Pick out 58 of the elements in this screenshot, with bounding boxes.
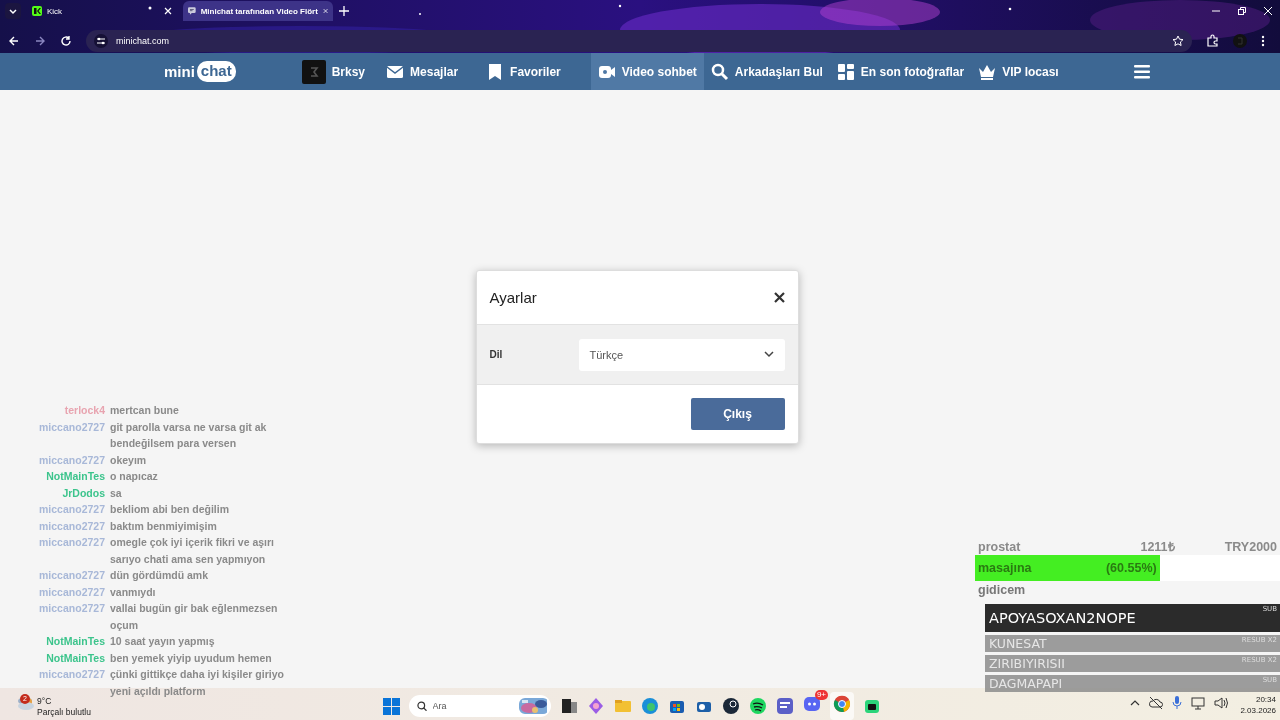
chat-username: miccano2727	[38, 502, 105, 517]
exit-button[interactable]: Çıkış	[690, 398, 785, 430]
user-name[interactable]: Brksy	[331, 64, 366, 79]
goal-percent: (60.55%)	[1105, 561, 1157, 575]
goal-title: masajına	[978, 561, 1032, 575]
chat-message: çünki gittikçe daha iyi kişiler giriyo yeni açıldı platform	[110, 667, 285, 699]
address-bar[interactable]: minichat.com	[86, 29, 1192, 52]
nav-link[interactable]: Mesajlar	[379, 53, 466, 90]
field-label: Dil	[489, 349, 504, 360]
site-logo[interactable]: mini chat	[164, 59, 236, 84]
nav-link[interactable]: Arkadaşları Bul	[703, 53, 830, 90]
subscriber-name: ZIRIBIYIRISII	[989, 656, 1065, 671]
chat-username: miccano2727	[38, 452, 105, 468]
chat-username: miccano2727	[38, 518, 105, 534]
chat-message: dün gördümdü amk	[110, 568, 209, 583]
notification-badge: 9+	[814, 690, 828, 700]
browser-tab[interactable]: Kick	[27, 1, 177, 21]
goal-amount: 1211₺	[1140, 540, 1175, 555]
chat-username: miccano2727	[38, 601, 105, 616]
nav-link[interactable]: En son fotoğraflar	[829, 53, 972, 90]
clock-time[interactable]: 20:34	[1255, 694, 1276, 705]
chat-message: mertcan bune	[110, 403, 180, 418]
chat-message: baktım benmiyimişim	[110, 518, 218, 534]
goal-title: gidicem	[977, 582, 1027, 599]
chat-message: okeyım	[110, 452, 148, 468]
nav-link[interactable]: Favoriler	[479, 53, 568, 90]
chat-message: vanmıydı	[110, 584, 157, 600]
chat-message: bekliom abi ben değilim	[110, 502, 231, 517]
weather-temperature: 9°C	[37, 696, 53, 707]
chat-username: miccano2727	[38, 584, 105, 600]
chat-username: miccano2727	[38, 667, 105, 682]
goal-title: prostat	[978, 540, 1021, 555]
goal-target: TRY2000	[1224, 540, 1277, 555]
chat-message: vallai bugün gir bak eğlenmezsen oçum	[110, 601, 279, 633]
chat-message: o napıcaz	[110, 469, 159, 484]
clock-date[interactable]: 2.03.2026	[1240, 705, 1276, 716]
language-select[interactable]: Türkçe	[578, 338, 785, 371]
chat-username: terlock4	[63, 403, 105, 418]
chat-username: NotMainTes	[45, 634, 105, 649]
chat-username: miccano2727	[38, 419, 105, 435]
taskbar-search-field[interactable]: Ara	[432, 699, 513, 713]
chat-message: sa	[110, 485, 123, 501]
chat-username: NotMainTes	[45, 469, 105, 484]
browser-tab[interactable]: Minichat tarafından Video Flört	[183, 1, 333, 21]
dialog-title: Ayarlar	[489, 289, 537, 306]
subscriber-name: KUNESAT	[989, 636, 1047, 651]
subscriber-name: APOYASOXAN2NOPE	[989, 610, 1136, 626]
chat-username: miccano2727	[38, 535, 105, 550]
chat-message: ben yemek yiyip uyudum hemen	[110, 650, 273, 666]
chat-username: miccano2727	[38, 568, 105, 583]
weather-condition: Parçalı bulutlu	[37, 707, 91, 718]
chat-message: 10 saat yayın yapmış	[110, 634, 216, 649]
search-box[interactable]: Ara	[409, 695, 551, 717]
nav-link[interactable]: Video sohbet	[590, 53, 704, 90]
nav-link[interactable]: VIP locası	[971, 53, 1066, 90]
subscriber-name: DAGMAPAPI	[989, 676, 1063, 691]
chat-username: JrDodos	[61, 485, 105, 501]
chat-username: NotMainTes	[45, 650, 105, 666]
